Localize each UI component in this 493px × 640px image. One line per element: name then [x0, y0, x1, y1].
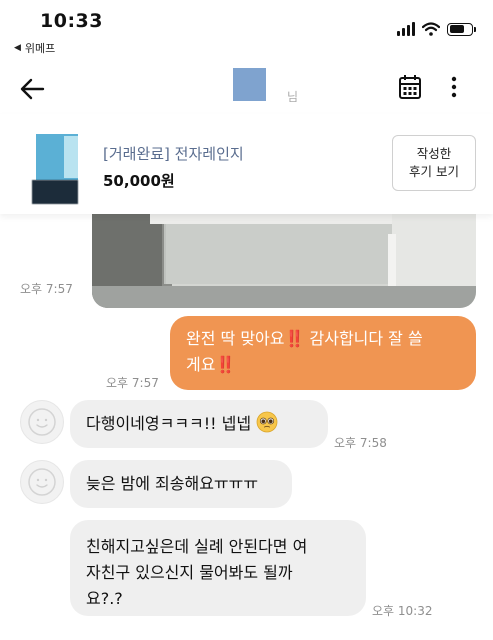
signal-icon	[397, 22, 415, 36]
calendar-icon[interactable]	[398, 74, 422, 100]
profile-placeholder-icon	[28, 468, 56, 496]
product-title: [거래완료] 전자레인지	[103, 145, 244, 163]
profile-placeholder-icon	[28, 408, 56, 436]
partner-name-redacted	[233, 68, 266, 101]
incoming-message-bubble[interactable]: 다행이네영ㅋㅋㅋ!! 넵넵	[70, 400, 328, 448]
message-time: 오후 10:32	[372, 604, 433, 618]
message-text: 다행이네영ㅋㅋㅋ!! 넵넵	[86, 414, 252, 433]
review-button-line1: 작성한	[416, 146, 452, 161]
message-text-line: 요?.?	[86, 589, 123, 608]
back-triangle-icon: ◀	[14, 43, 21, 53]
wifi-icon	[422, 22, 440, 36]
partner-name-suffix: 님	[287, 90, 299, 104]
message-text-line: 자친구 있으신지 물어봐도 될까	[86, 563, 293, 582]
message-text: 늦은 밤에 죄송해요ㅠㅠㅠ	[86, 474, 259, 493]
outgoing-message-bubble[interactable]: 완전 딱 맞아요‼️ 감사합니다 잘 쓸 게요‼️	[170, 316, 476, 390]
battery-icon	[447, 22, 476, 36]
message-time: 오후 7:57	[106, 376, 159, 390]
partner-avatar[interactable]	[20, 400, 64, 444]
incoming-message-bubble[interactable]: 늦은 밤에 죄송해요ㅠㅠㅠ	[70, 460, 292, 508]
review-button-line2: 후기 보기	[409, 164, 459, 179]
back-to-app[interactable]: ◀ 위메프	[14, 40, 55, 56]
more-vertical-icon[interactable]	[444, 74, 464, 100]
status-icons	[397, 22, 476, 36]
partner-avatar[interactable]	[20, 460, 64, 504]
view-review-button[interactable]: 작성한 후기 보기	[392, 135, 476, 191]
product-price: 50,000원	[103, 172, 175, 190]
back-arrow-icon[interactable]	[18, 74, 48, 104]
back-app-label: 위메프	[24, 42, 56, 55]
message-text-line: 완전 딱 맞아요‼️ 감사합니다 잘 쓸	[186, 329, 423, 348]
status-time: 10:33	[40, 10, 103, 32]
product-thumbnail[interactable]	[24, 134, 78, 208]
incoming-message-bubble[interactable]: 친해지고싶은데 실례 안된다면 여 자친구 있으신지 물어봐도 될까 요?.?	[70, 520, 366, 616]
pleading-face-emoji	[256, 411, 278, 433]
message-text-line: 게요‼️	[186, 355, 236, 374]
message-text-line: 친해지고싶은데 실례 안된다면 여	[86, 537, 308, 556]
chat-header: 님	[0, 62, 493, 114]
sent-photo-message[interactable]	[92, 214, 476, 308]
message-time: 오후 7:57	[20, 282, 73, 296]
message-time: 오후 7:58	[334, 436, 387, 450]
